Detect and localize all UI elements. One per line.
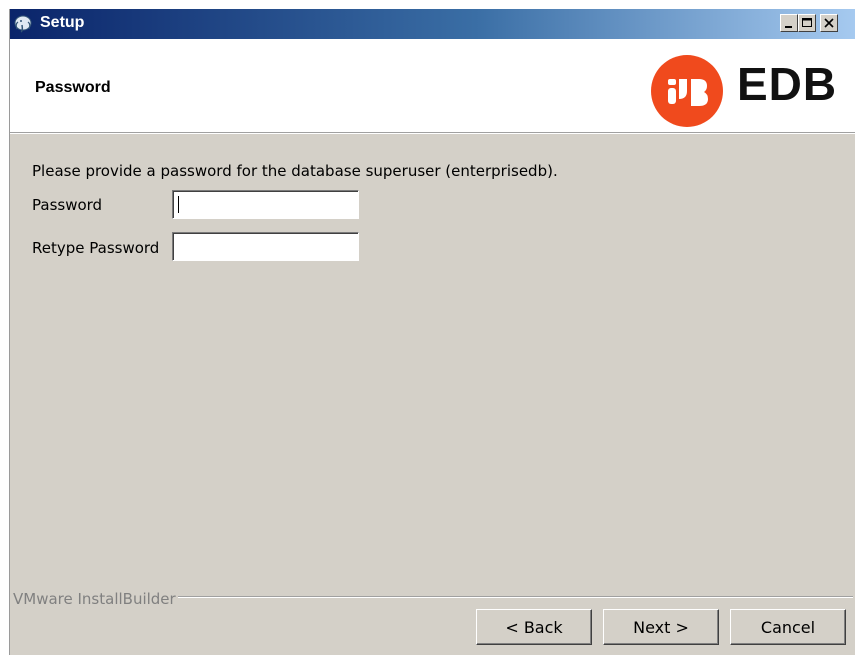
page-header: Password EDB — [10, 39, 855, 133]
text-caret — [178, 196, 179, 213]
edb-logo-mark-icon — [651, 55, 723, 127]
password-input[interactable] — [172, 190, 359, 219]
cancel-button[interactable]: Cancel — [730, 609, 846, 645]
password-label: Password — [32, 196, 103, 214]
edb-logo: EDB — [651, 55, 851, 127]
elephant-icon — [13, 14, 33, 34]
maximize-icon — [802, 18, 812, 27]
close-button[interactable] — [820, 14, 838, 32]
instruction-text: Please provide a password for the databa… — [32, 162, 558, 180]
setup-window: Setup Password EDB Please provide a pass… — [9, 9, 855, 655]
window-title: Setup — [40, 14, 85, 31]
edb-wordmark: EDB — [737, 58, 838, 110]
password-form: Please provide a password for the databa… — [10, 134, 855, 584]
title-bar[interactable]: Setup — [10, 9, 855, 39]
retype-password-label: Retype Password — [32, 239, 160, 257]
footer-divider — [178, 596, 853, 598]
maximize-button[interactable] — [798, 14, 816, 32]
minimize-button[interactable] — [780, 14, 798, 32]
minimize-icon — [785, 26, 792, 28]
next-button[interactable]: Next > — [603, 609, 719, 645]
retype-password-input[interactable] — [172, 232, 359, 261]
page-title: Password — [35, 79, 111, 96]
close-icon — [824, 18, 834, 28]
back-button[interactable]: < Back — [476, 609, 592, 645]
installer-brand: VMware InstallBuilder — [13, 590, 176, 608]
